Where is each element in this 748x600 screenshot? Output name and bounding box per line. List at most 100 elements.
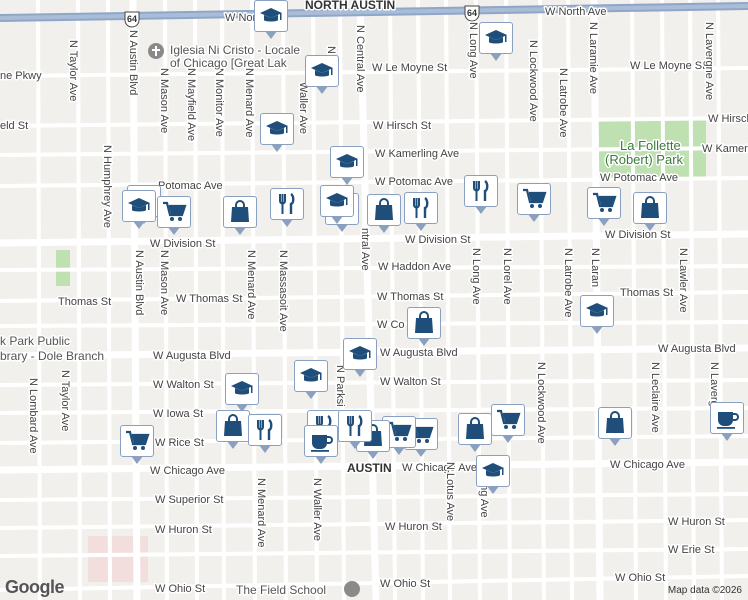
cafe-marker[interactable] [304,425,338,465]
street-label: W Chicago Ave [150,465,225,477]
street-label: N Taylor Ave [67,40,79,101]
school-marker[interactable] [122,190,156,230]
school-marker[interactable] [580,295,614,335]
school-marker[interactable] [254,0,288,40]
shopping-marker[interactable] [458,413,492,453]
street-label: N Central Ave [354,25,366,93]
place-label: The Field School [236,583,326,597]
street-label: N Lavergne Ave [703,22,715,100]
street-label: NORTH AUSTIN [305,0,395,12]
street-label: W Haddon Ave [378,261,451,273]
street-label: N Lockwood Ave [535,362,547,444]
street-label: W Rice St [155,437,204,449]
street-label: ne Pkwy [0,70,42,82]
street-label: W Division St [150,238,215,250]
street-label: W Co [377,319,405,331]
street-label: N Lawler Ave [677,248,689,313]
street-label: W Augusta Blvd [153,350,231,362]
street-label: N Austin Blvd [127,30,139,95]
street-label: W Iowa St [153,408,203,420]
street-label: W Erie St [668,544,714,556]
street-label: Potomac Ave [158,180,223,192]
street-label: W Huron St [668,516,725,528]
school-marker[interactable] [476,455,510,495]
street-label: N Menard Ave [243,68,255,138]
shopping-marker[interactable] [216,410,250,450]
street-label: ntral Ave [359,228,371,271]
grocery-marker[interactable] [587,187,621,227]
street-label: W Huron St [155,524,212,536]
street-label: N Monitor Ave [213,68,225,137]
street-label: W Ohio St [380,578,430,590]
school-marker[interactable] [294,360,328,400]
street-label: N Lockwood Ave [527,40,539,122]
restaurant-marker[interactable] [248,414,282,454]
street-label: N Long Ave [467,22,479,79]
restaurant-marker[interactable] [270,188,304,228]
school-marker[interactable] [479,22,513,62]
school-marker[interactable] [305,55,339,95]
street-label: W Ohio St [155,583,205,595]
shopping-marker[interactable] [633,192,667,232]
street-label: N Lotus Ave [444,462,456,521]
street-label: W Potomac Ave [600,172,678,184]
street-label: N Massasoit Ave [277,250,289,332]
street-label: W Chicago Ave [402,462,477,474]
grocery-marker[interactable] [157,196,191,236]
street-label: Thomas St [58,296,111,308]
street-label: W Thomas St [176,293,242,305]
street-label: N Waller Ave [311,478,323,541]
street-label: Thomas St [620,287,673,299]
street-label: W Chicago Ave [610,459,685,471]
svg-text:64: 64 [467,8,477,18]
street-label: N Menard Ave [255,478,267,548]
school-marker[interactable] [330,146,364,186]
street-label: N Latrobe Ave [562,248,574,318]
shopping-marker[interactable] [367,194,401,234]
street-label: W Thomas St [377,291,443,303]
school-marker[interactable] [343,338,377,378]
street-label: W Augusta Blvd [658,343,736,355]
street-label: N Austin Blvd [133,250,145,315]
street-label: N Mason Ave [158,68,170,133]
cafe-marker[interactable] [710,402,744,442]
street-label: W Walton St [380,376,441,388]
place-label: Iglesia Ni Cristo - Locale [170,43,300,57]
street-label: N Lorel Ave [501,248,513,305]
shopping-marker[interactable] [598,407,632,447]
street-label: N Laramie Ave [587,22,599,94]
school-place-icon [344,581,360,597]
restaurant-marker[interactable] [404,192,438,232]
school-marker[interactable] [260,113,294,153]
school-marker[interactable] [320,185,354,225]
shopping-marker[interactable] [223,196,257,236]
street-label: N Menard Ave [245,250,257,320]
street-label: N Long Ave [470,248,482,305]
street-label: W Le Moyne St [630,60,705,72]
street-label: eld St [0,120,28,132]
street-label: N Taylor Ave [59,370,71,431]
street-label: N Laran [589,248,601,287]
school-marker[interactable] [225,373,259,413]
restaurant-marker[interactable] [464,175,498,215]
street-label: W Augusta Blvd [380,347,458,359]
street-label: W Potomac Ave [375,176,453,188]
street-label: W Kamerlin [702,143,748,155]
street-label: W Le Moyne St [372,62,447,74]
park-label: La Follette [620,138,681,153]
street-label: N Mason Ave [158,250,170,315]
grocery-marker[interactable] [491,404,525,444]
neighborhood-label: AUSTIN [347,461,392,475]
street-label: N Leclaire Ave [649,362,661,433]
place-label: k Park Public [0,334,70,348]
street-label: W Walton St [153,379,214,391]
map-canvas[interactable]: 64 64 W North Ave NORTH AUSTIN W North A… [0,0,748,600]
street-label: N Latrobe Ave [557,68,569,138]
grocery-marker[interactable] [517,183,551,223]
restaurant-marker[interactable] [338,410,372,450]
street-label: W Kamerling Ave [375,148,459,160]
shopping-marker[interactable] [407,307,441,347]
grocery-marker[interactable] [120,425,154,465]
street-label: W Division St [405,234,470,246]
svg-text:64: 64 [127,14,137,24]
